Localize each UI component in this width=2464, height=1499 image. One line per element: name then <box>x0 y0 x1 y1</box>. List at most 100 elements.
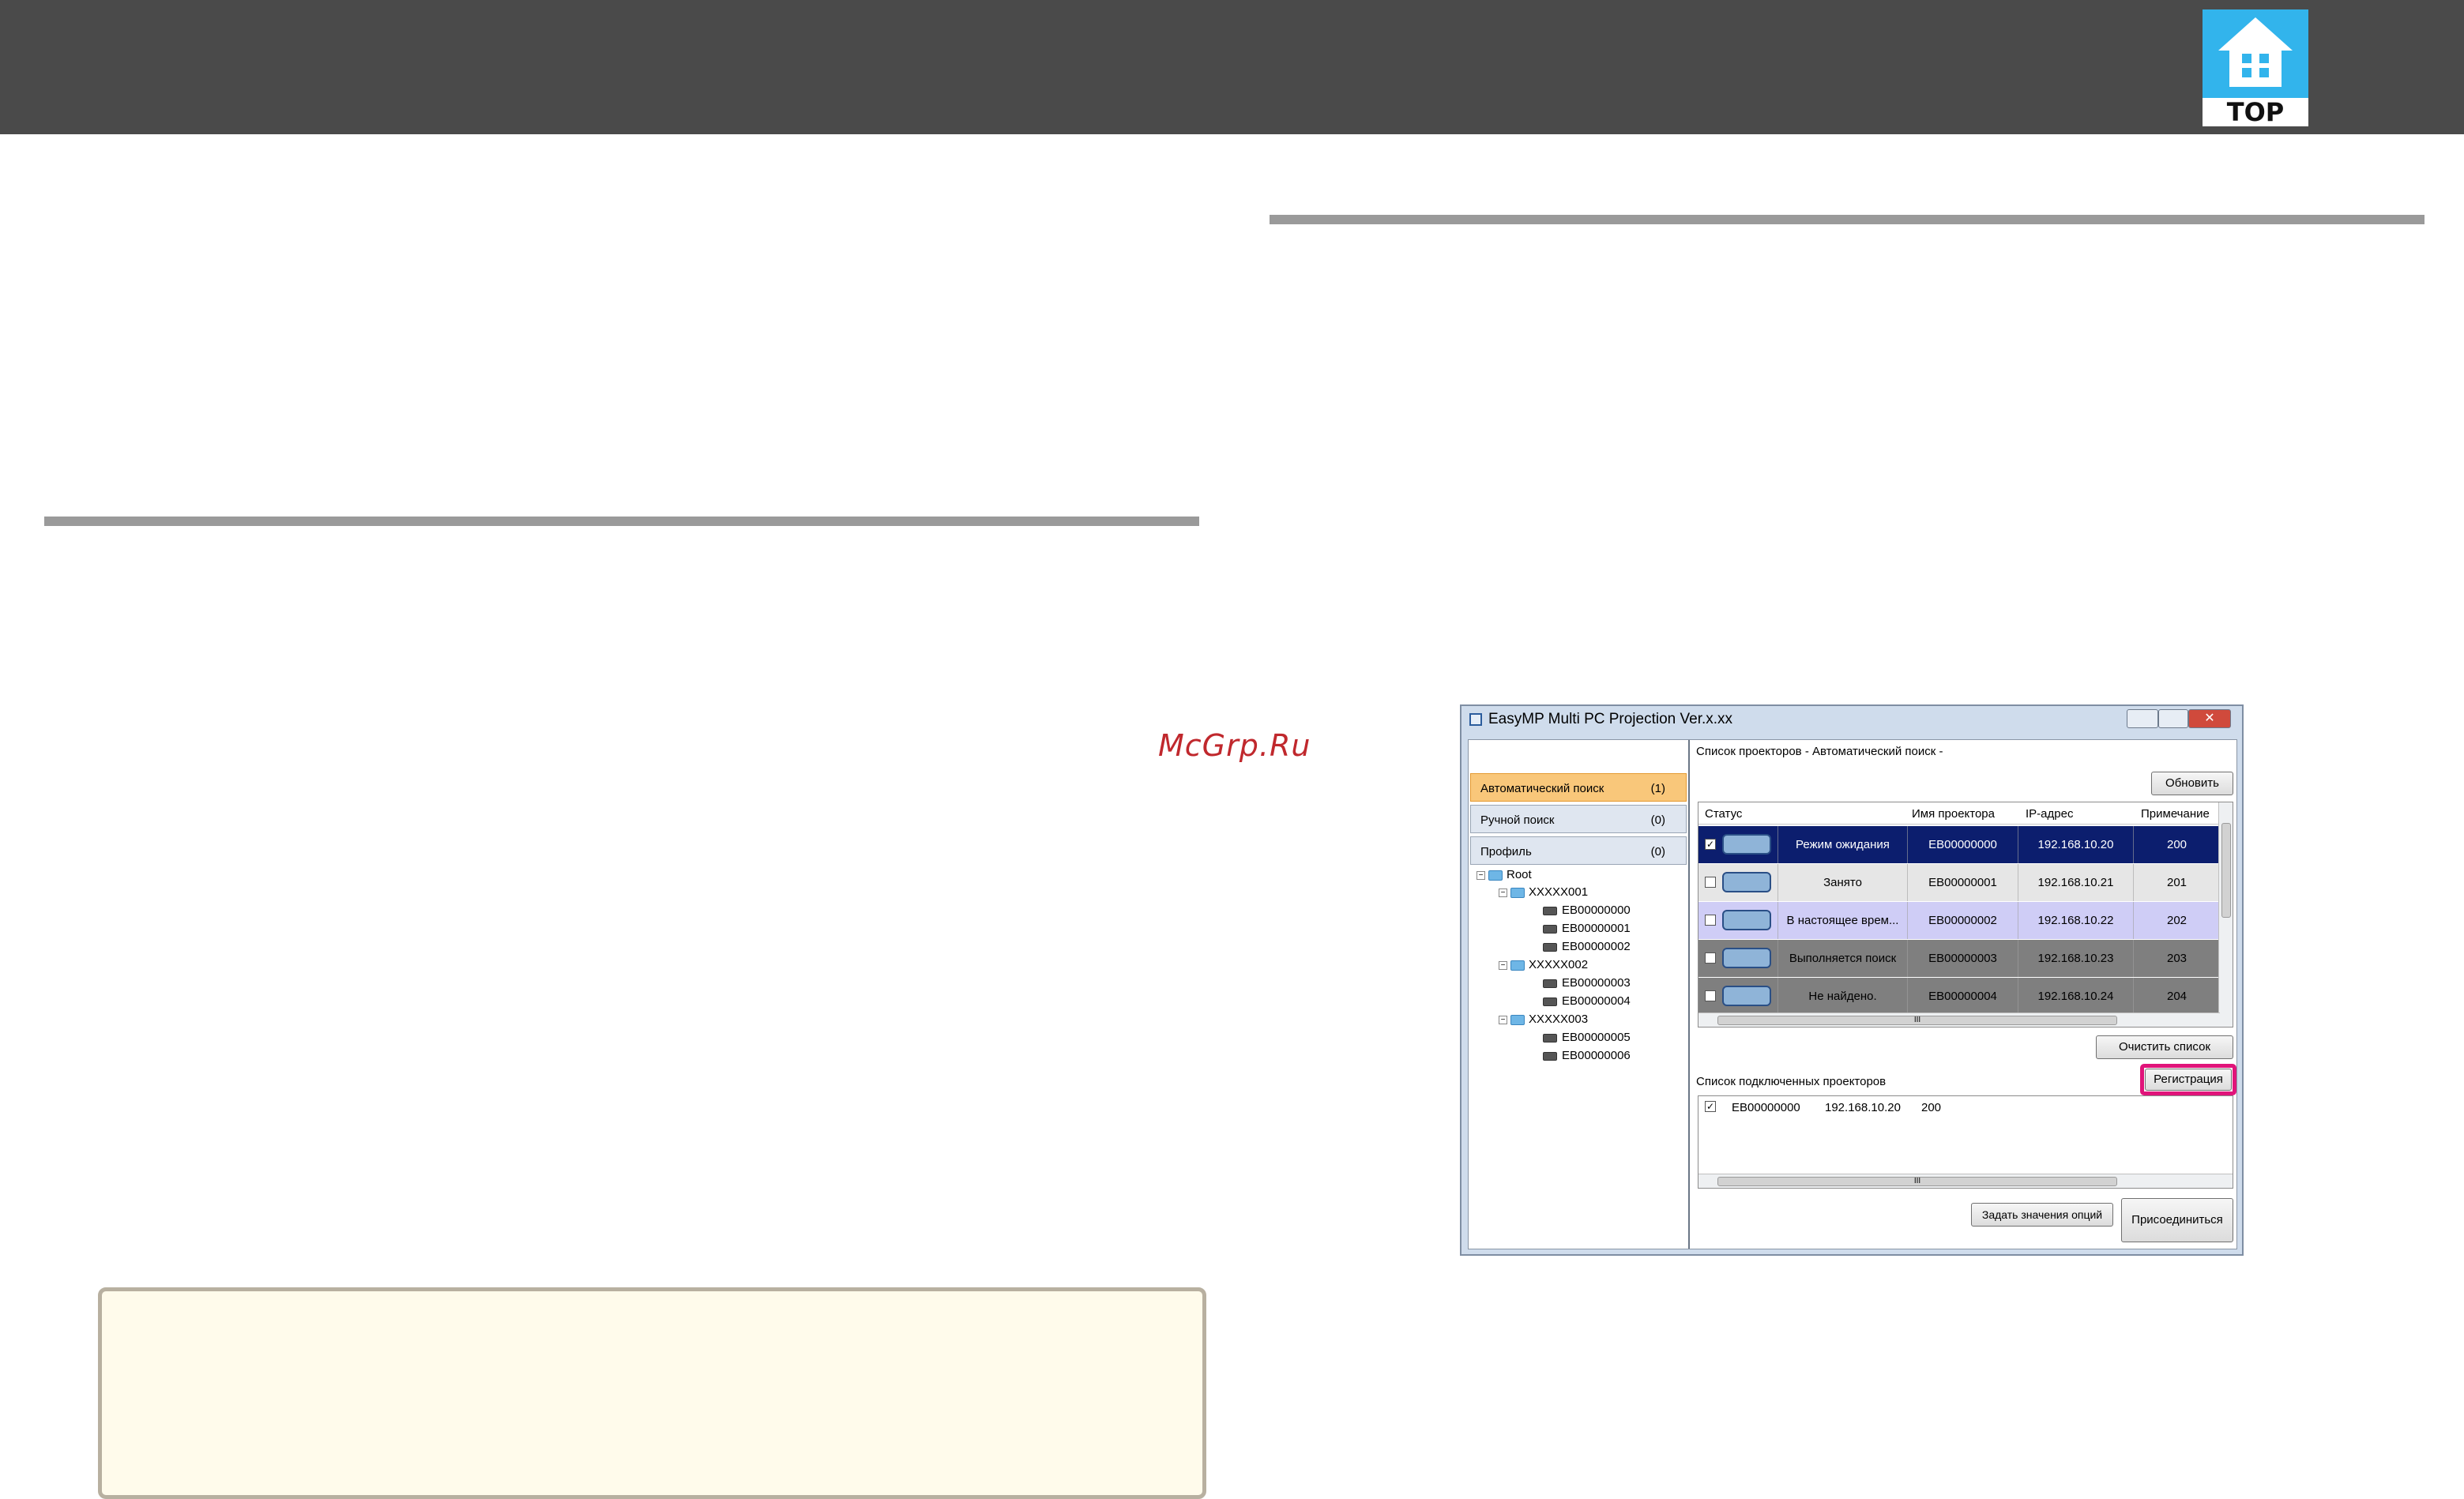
connected-checkbox[interactable]: ✓ <box>1705 1101 1716 1112</box>
nav-auto-search-count: (1) <box>1650 782 1665 795</box>
join-button[interactable]: Присоединиться <box>2121 1198 2233 1242</box>
projector-icon <box>1543 942 1557 952</box>
set-options-button[interactable]: Задать значения опций <box>1971 1203 2113 1227</box>
top-home-button[interactable]: TOP <box>2203 9 2308 126</box>
tree-group-label: XXXXX002 <box>1529 958 1589 971</box>
cell-note: 204 <box>2133 978 2220 1015</box>
projector-icon <box>1543 979 1557 988</box>
cell-status: Выполняется поиск <box>1777 940 1907 977</box>
tree-projector[interactable]: EB00000002 <box>1543 940 1631 953</box>
tree-projector-label: EB00000001 <box>1562 922 1631 935</box>
nav-manual-search[interactable]: Ручной поиск (0) <box>1470 805 1687 833</box>
folder-icon <box>1510 1014 1525 1025</box>
collapse-icon[interactable]: − <box>1477 870 1485 880</box>
tree-root[interactable]: − Root <box>1477 868 1532 881</box>
cell-note: 202 <box>2133 902 2220 939</box>
nav-manual-search-count: (0) <box>1650 813 1665 827</box>
tree-projector[interactable]: EB00000005 <box>1543 1031 1631 1044</box>
tree-projector-label: EB00000003 <box>1562 976 1631 990</box>
tree-projector-label: EB00000002 <box>1562 940 1631 953</box>
row-checkbox[interactable] <box>1705 877 1716 888</box>
cell-status: Занято <box>1777 864 1907 901</box>
projector-table: Статус Имя проектора IP-адрес Примечание… <box>1698 802 2233 1028</box>
nav-profile[interactable]: Профиль (0) <box>1470 836 1687 865</box>
nav-manual-search-label: Ручной поиск <box>1480 813 1555 827</box>
tree-projector[interactable]: EB00000004 <box>1543 994 1631 1008</box>
column-name[interactable]: Имя проектора <box>1912 807 1995 821</box>
cell-ip: 192.168.10.22 <box>2018 902 2133 939</box>
column-note[interactable]: Примечание <box>2141 807 2210 821</box>
cell-status: Режим ожидания <box>1777 826 1907 863</box>
close-button[interactable]: ✕ <box>2188 709 2231 728</box>
cell-ip: 192.168.10.21 <box>2018 864 2133 901</box>
minimize-button[interactable] <box>2127 709 2158 728</box>
tree-projector[interactable]: EB00000001 <box>1543 922 1631 935</box>
tree-projector-label: EB00000005 <box>1562 1031 1631 1044</box>
cell-ip: 192.168.10.24 <box>2018 978 2133 1015</box>
projector-icon <box>1543 1033 1557 1043</box>
table-row[interactable]: ✓ Режим ожидания EB00000000 192.168.10.20 20… <box>1698 826 2220 863</box>
table-row[interactable]: В настоящее врем... EB00000002 192.168.10.… <box>1698 902 2220 939</box>
projector-status-icon <box>1722 948 1771 968</box>
scroll-thumb[interactable] <box>2221 823 2231 918</box>
tree-projector[interactable]: EB00000003 <box>1543 976 1631 990</box>
collapse-icon[interactable]: − <box>1499 960 1507 970</box>
table-row[interactable]: Выполняется поиск EB00000003 192.168.10.23… <box>1698 940 2220 977</box>
maximize-button[interactable] <box>2158 709 2188 728</box>
scroll-thumb[interactable]: III <box>1717 1016 2117 1025</box>
tree-group[interactable]: − XXXXX001 <box>1499 885 1588 899</box>
row-checkbox[interactable] <box>1705 952 1716 964</box>
register-button[interactable]: Регистрация <box>2145 1069 2232 1091</box>
window-titlebar: EasyMP Multi PC Projection Ver.x.xx ✕ <box>1461 706 2242 733</box>
nav-auto-search-label: Автоматический поиск <box>1480 782 1604 795</box>
header-bar <box>0 0 2464 134</box>
collapse-icon[interactable]: − <box>1499 1015 1507 1024</box>
tree-group[interactable]: − XXXXX002 <box>1499 958 1588 971</box>
projector-status-icon <box>1722 986 1771 1006</box>
nav-profile-label: Профиль <box>1480 845 1532 858</box>
projector-status-icon <box>1722 872 1771 892</box>
app-window: EasyMP Multi PC Projection Ver.x.xx ✕ Ав… <box>1460 704 2244 1256</box>
tree-projector-label: EB00000000 <box>1562 904 1631 917</box>
table-header: Статус Имя проектора IP-адрес Примечание <box>1698 802 2220 825</box>
refresh-button[interactable]: Обновить <box>2151 772 2233 795</box>
folder-icon <box>1510 887 1525 898</box>
cell-note: 203 <box>2133 940 2220 977</box>
app-icon <box>1469 713 1482 726</box>
row-checkbox[interactable] <box>1705 915 1716 926</box>
vertical-scrollbar[interactable] <box>2218 802 2233 1027</box>
cell-name: EB00000003 <box>1907 940 2018 977</box>
horizontal-scrollbar[interactable]: III <box>1698 1012 2220 1027</box>
nav-auto-search[interactable]: Автоматический поиск (1) <box>1470 773 1687 802</box>
tree-projector[interactable]: EB00000000 <box>1543 904 1631 917</box>
projector-list-label: Список проекторов - Автоматический поиск… <box>1696 745 1943 758</box>
projector-icon <box>1543 924 1557 934</box>
projector-icon <box>1543 997 1557 1006</box>
section-rule-left <box>44 517 1199 526</box>
column-ip[interactable]: IP-адрес <box>2026 807 2073 821</box>
table-row[interactable]: Не найдено. EB00000004 192.168.10.24 204 <box>1698 978 2220 1015</box>
row-checkbox[interactable]: ✓ <box>1705 839 1716 850</box>
clear-list-button[interactable]: Очистить список <box>2096 1035 2233 1059</box>
tree-group-label: XXXXX003 <box>1529 1012 1589 1026</box>
cell-ip: 192.168.10.23 <box>2018 940 2133 977</box>
connected-name: EB00000000 <box>1732 1101 1800 1114</box>
left-pane: Автоматический поиск (1) Ручной поиск (0… <box>1469 740 1690 1249</box>
tree-group-label: XXXXX001 <box>1529 885 1589 899</box>
table-row[interactable]: Занято EB00000001 192.168.10.21 201 <box>1698 864 2220 901</box>
nav-profile-count: (0) <box>1650 845 1665 858</box>
folder-icon <box>1488 870 1503 881</box>
scroll-thumb[interactable]: III <box>1717 1177 2117 1186</box>
cell-name: EB00000002 <box>1907 902 2018 939</box>
horizontal-scrollbar[interactable]: III <box>1698 1174 2233 1188</box>
tree-root-label: Root <box>1507 868 1532 881</box>
projector-status-icon <box>1722 910 1771 930</box>
window-client: Автоматический поиск (1) Ручной поиск (0… <box>1468 739 2237 1249</box>
collapse-icon[interactable]: − <box>1499 888 1507 897</box>
tree-group[interactable]: − XXXXX003 <box>1499 1012 1588 1026</box>
column-status[interactable]: Статус <box>1705 807 1742 821</box>
tree-projector-label: EB00000006 <box>1562 1049 1631 1062</box>
cell-name: EB00000000 <box>1907 826 2018 863</box>
row-checkbox[interactable] <box>1705 990 1716 1001</box>
tree-projector[interactable]: EB00000006 <box>1543 1049 1631 1062</box>
